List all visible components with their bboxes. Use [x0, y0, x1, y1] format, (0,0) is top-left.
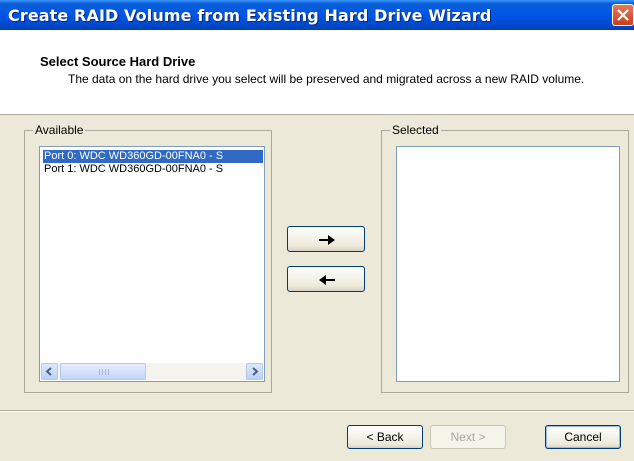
remove-drive-button[interactable]	[287, 266, 365, 292]
arrow-right-icon	[319, 235, 335, 245]
list-item-port-1[interactable]: Port 1: WDC WD360GD-00FNA0 - S	[43, 163, 263, 176]
chevron-left-icon	[45, 367, 52, 376]
chevron-right-icon	[252, 367, 259, 376]
title-bar[interactable]: Create RAID Volume from Existing Hard Dr…	[0, 0, 634, 30]
cancel-button[interactable]: Cancel	[545, 425, 621, 449]
list-item-port-0[interactable]: Port 0: WDC WD360GD-00FNA0 - S	[43, 150, 263, 163]
selected-listbox[interactable]	[396, 146, 620, 382]
page-title: Select Source Hard Drive	[40, 54, 196, 69]
scroll-thumb[interactable]	[60, 363, 146, 380]
close-icon[interactable]	[612, 4, 634, 26]
page-description: The data on the hard drive you select wi…	[68, 72, 585, 86]
selected-legend: Selected	[392, 123, 439, 137]
window-title: Create RAID Volume from Existing Hard Dr…	[8, 6, 492, 25]
horizontal-scrollbar[interactable]	[41, 363, 263, 380]
scroll-left-button[interactable]	[41, 363, 58, 380]
arrow-left-icon	[319, 275, 335, 285]
next-button[interactable]: Next >	[430, 425, 506, 449]
footer-separator	[0, 410, 634, 412]
available-listbox[interactable]: Port 0: WDC WD360GD-00FNA0 - S Port 1: W…	[39, 146, 265, 382]
back-button[interactable]: < Back	[347, 425, 423, 449]
wizard-header: Select Source Hard Drive The data on the…	[0, 30, 634, 115]
scroll-right-button[interactable]	[246, 363, 263, 380]
available-legend: Available	[35, 123, 84, 137]
add-drive-button[interactable]	[287, 226, 365, 252]
